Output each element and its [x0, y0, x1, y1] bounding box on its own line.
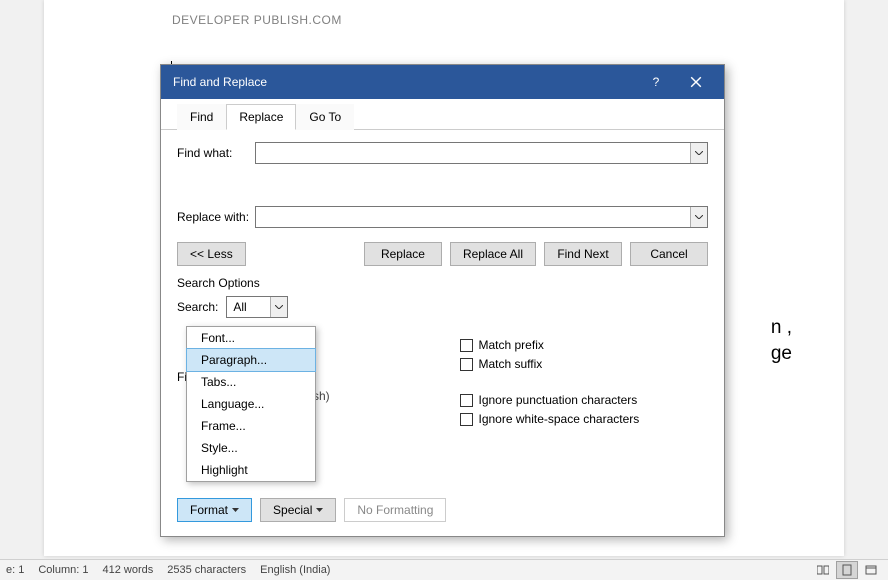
match-prefix-checkbox[interactable]: Match prefix: [460, 338, 709, 352]
find-what-label: Find what:: [177, 146, 255, 160]
view-web-layout[interactable]: [860, 561, 882, 579]
dialog-title: Find and Replace: [173, 75, 636, 89]
search-direction-select[interactable]: All: [226, 296, 288, 318]
format-menu-highlight[interactable]: Highlight: [187, 459, 315, 481]
chevron-down-icon: [695, 151, 703, 155]
print-layout-icon: [841, 564, 853, 576]
find-what-input[interactable]: [255, 142, 708, 164]
search-options-label: Search Options: [177, 276, 708, 290]
replace-all-button[interactable]: Replace All: [450, 242, 536, 266]
checkbox-icon: [460, 339, 473, 352]
find-what-dropdown[interactable]: [690, 143, 707, 163]
status-language[interactable]: English (India): [260, 564, 330, 576]
no-formatting-button[interactable]: No Formatting: [344, 498, 446, 522]
cancel-button[interactable]: Cancel: [630, 242, 708, 266]
checkbox-icon: [460, 358, 473, 371]
match-suffix-checkbox[interactable]: Match suffix: [460, 357, 709, 371]
chevron-down-icon: [232, 508, 239, 512]
format-button[interactable]: Format: [177, 498, 252, 522]
search-direction-value: All: [233, 300, 246, 314]
view-print-layout[interactable]: [836, 561, 858, 579]
format-menu: Font... Paragraph... Tabs... Language...…: [186, 326, 316, 482]
replace-button[interactable]: Replace: [364, 242, 442, 266]
view-buttons: [812, 561, 882, 579]
replace-with-dropdown[interactable]: [690, 207, 707, 227]
replace-with-label: Replace with:: [177, 210, 255, 224]
status-chars[interactable]: 2535 characters: [167, 564, 246, 576]
ignore-punctuation-checkbox[interactable]: Ignore punctuation characters: [460, 393, 709, 407]
search-direction-dropdown[interactable]: [270, 297, 287, 317]
chevron-down-icon: [695, 215, 703, 219]
format-menu-tabs[interactable]: Tabs...: [187, 371, 315, 393]
chevron-down-icon: [275, 305, 283, 309]
search-label: Search:: [177, 300, 218, 314]
find-next-button[interactable]: Find Next: [544, 242, 622, 266]
dialog-titlebar[interactable]: Find and Replace ?: [161, 65, 724, 99]
chevron-down-icon: [316, 508, 323, 512]
page-header: DEVELOPER PUBLISH.COM: [172, 13, 342, 27]
status-page[interactable]: e: 1: [6, 564, 24, 576]
ignore-whitespace-checkbox[interactable]: Ignore white-space characters: [460, 412, 709, 426]
status-column[interactable]: Column: 1: [38, 564, 88, 576]
tab-find[interactable]: Find: [177, 104, 226, 130]
replace-with-input[interactable]: [255, 206, 708, 228]
view-read-mode[interactable]: [812, 561, 834, 579]
help-button[interactable]: ?: [636, 65, 676, 99]
checkbox-icon: [460, 413, 473, 426]
tab-goto[interactable]: Go To: [296, 104, 354, 130]
web-layout-icon: [865, 564, 877, 576]
special-button[interactable]: Special: [260, 498, 336, 522]
close-button[interactable]: [676, 65, 716, 99]
checkbox-icon: [460, 394, 473, 407]
format-menu-paragraph[interactable]: Paragraph...: [186, 348, 316, 372]
format-menu-style[interactable]: Style...: [187, 437, 315, 459]
tabs: Find Replace Go To: [161, 99, 724, 130]
format-menu-language[interactable]: Language...: [187, 393, 315, 415]
status-words[interactable]: 412 words: [103, 564, 154, 576]
options-right-col: Match prefix Match suffix Ignore punctua…: [460, 324, 709, 426]
tab-replace[interactable]: Replace: [226, 104, 296, 130]
format-menu-font[interactable]: Font...: [187, 327, 315, 349]
read-mode-icon: [817, 564, 829, 576]
less-button[interactable]: << Less: [177, 242, 246, 266]
close-icon: [690, 76, 702, 88]
format-menu-frame[interactable]: Frame...: [187, 415, 315, 437]
status-bar: e: 1 Column: 1 412 words 2535 characters…: [0, 559, 888, 580]
